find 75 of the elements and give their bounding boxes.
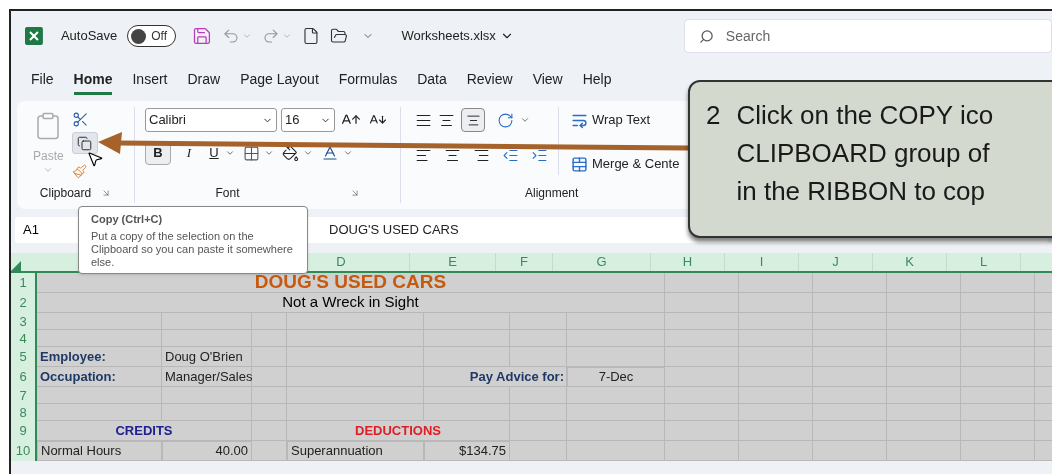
ribbon-tab[interactable]: Help bbox=[582, 67, 612, 95]
scissors-icon[interactable] bbox=[71, 111, 89, 128]
folder-icon[interactable] bbox=[329, 27, 348, 45]
callout-text: CLIPBOARD group of bbox=[736, 137, 991, 170]
wrap-text-button[interactable]: Wrap Text bbox=[571, 107, 680, 133]
row-number[interactable]: 8 bbox=[11, 404, 37, 421]
caret-icon bbox=[43, 165, 54, 175]
font-name-dropdown[interactable]: Calibri bbox=[145, 108, 277, 132]
mouse-cursor-icon bbox=[86, 150, 104, 168]
column-header[interactable]: G bbox=[553, 253, 651, 271]
table-cell: 7-Dec bbox=[567, 367, 665, 387]
dialog-launcher-icon[interactable] bbox=[101, 188, 112, 198]
callout-text: in the RIBBON to cop bbox=[736, 175, 987, 208]
borders-icon[interactable] bbox=[243, 144, 260, 162]
search-input[interactable]: Search bbox=[725, 25, 926, 47]
row-number[interactable]: 6 bbox=[11, 367, 37, 387]
font-size-dropdown[interactable]: 16 bbox=[281, 108, 335, 132]
merge-icon bbox=[571, 155, 588, 173]
ribbon-tab[interactable]: Data bbox=[417, 67, 447, 95]
orientation-icon[interactable] bbox=[497, 111, 514, 129]
row-number[interactable]: 3 bbox=[11, 313, 37, 330]
table-cell bbox=[510, 441, 567, 461]
row-number[interactable]: 4 bbox=[11, 330, 37, 347]
ribbon-tab[interactable]: File bbox=[31, 67, 54, 95]
callout-text: Click on the COPY ico bbox=[736, 99, 994, 132]
select-all-icon[interactable] bbox=[11, 261, 21, 271]
file-name-button[interactable]: Worksheets.xlsx bbox=[401, 26, 514, 46]
align-bottom-button[interactable] bbox=[461, 108, 485, 132]
caret-icon[interactable] bbox=[303, 148, 313, 158]
search-icon bbox=[698, 28, 714, 44]
column-header[interactable]: J bbox=[799, 253, 873, 271]
merge-center-button[interactable]: Merge & Cente bbox=[571, 153, 680, 175]
toggle-knob-icon bbox=[131, 28, 147, 44]
underline-button[interactable]: U bbox=[207, 143, 221, 163]
caret-icon[interactable] bbox=[264, 148, 274, 158]
caret-icon[interactable] bbox=[343, 148, 353, 158]
dialog-launcher-icon[interactable] bbox=[349, 188, 360, 198]
search-field[interactable]: Search bbox=[683, 19, 1052, 53]
step-number: 2 bbox=[706, 99, 721, 132]
italic-button[interactable]: I bbox=[179, 143, 199, 163]
table-cell: DEDUCTIONS bbox=[287, 421, 510, 441]
table-cell: CREDITS bbox=[37, 421, 252, 441]
new-file-icon[interactable] bbox=[301, 27, 320, 45]
ribbon-tab[interactable]: Insert bbox=[132, 67, 168, 95]
group-label: Alignment bbox=[525, 185, 579, 202]
ribbon-tab[interactable]: Page Layout bbox=[240, 67, 319, 95]
autosave-toggle[interactable]: Off bbox=[127, 25, 177, 47]
excel-logo-icon bbox=[25, 27, 43, 45]
row-number[interactable]: 9 bbox=[11, 421, 37, 441]
copy-icon bbox=[77, 135, 93, 151]
table-cell: $134.75 bbox=[424, 441, 510, 461]
align-bottom-icon bbox=[465, 112, 481, 128]
ribbon-tab[interactable]: Review bbox=[466, 67, 513, 95]
autosave-label: AutoSave bbox=[60, 27, 118, 46]
fill-color-icon[interactable] bbox=[282, 144, 299, 162]
ribbon-tab[interactable]: Formulas bbox=[338, 67, 398, 95]
table-cell: Normal Hours bbox=[37, 441, 162, 461]
copy-button[interactable] bbox=[71, 132, 98, 154]
table-cell: 40.00 bbox=[162, 441, 252, 461]
save-icon[interactable] bbox=[192, 26, 212, 46]
ribbon-tab[interactable]: View bbox=[532, 67, 563, 95]
caret-icon[interactable] bbox=[520, 115, 530, 125]
caret-icon[interactable] bbox=[225, 148, 235, 158]
row-number[interactable]: 2 bbox=[11, 293, 37, 313]
group-label: Clipboard bbox=[39, 185, 92, 202]
row-number[interactable]: 1 bbox=[11, 273, 37, 293]
row-number[interactable]: 10 bbox=[11, 441, 37, 461]
table-cell bbox=[252, 441, 287, 461]
column-header[interactable]: K bbox=[873, 253, 947, 271]
ribbon-tab[interactable]: Home bbox=[73, 67, 113, 95]
ribbon-tab[interactable]: Draw bbox=[187, 67, 221, 95]
column-header[interactable]: L bbox=[947, 253, 1021, 271]
table-cell: Superannuation bbox=[287, 441, 424, 461]
font-color-icon[interactable] bbox=[321, 144, 339, 162]
group-label: Font bbox=[215, 185, 240, 202]
